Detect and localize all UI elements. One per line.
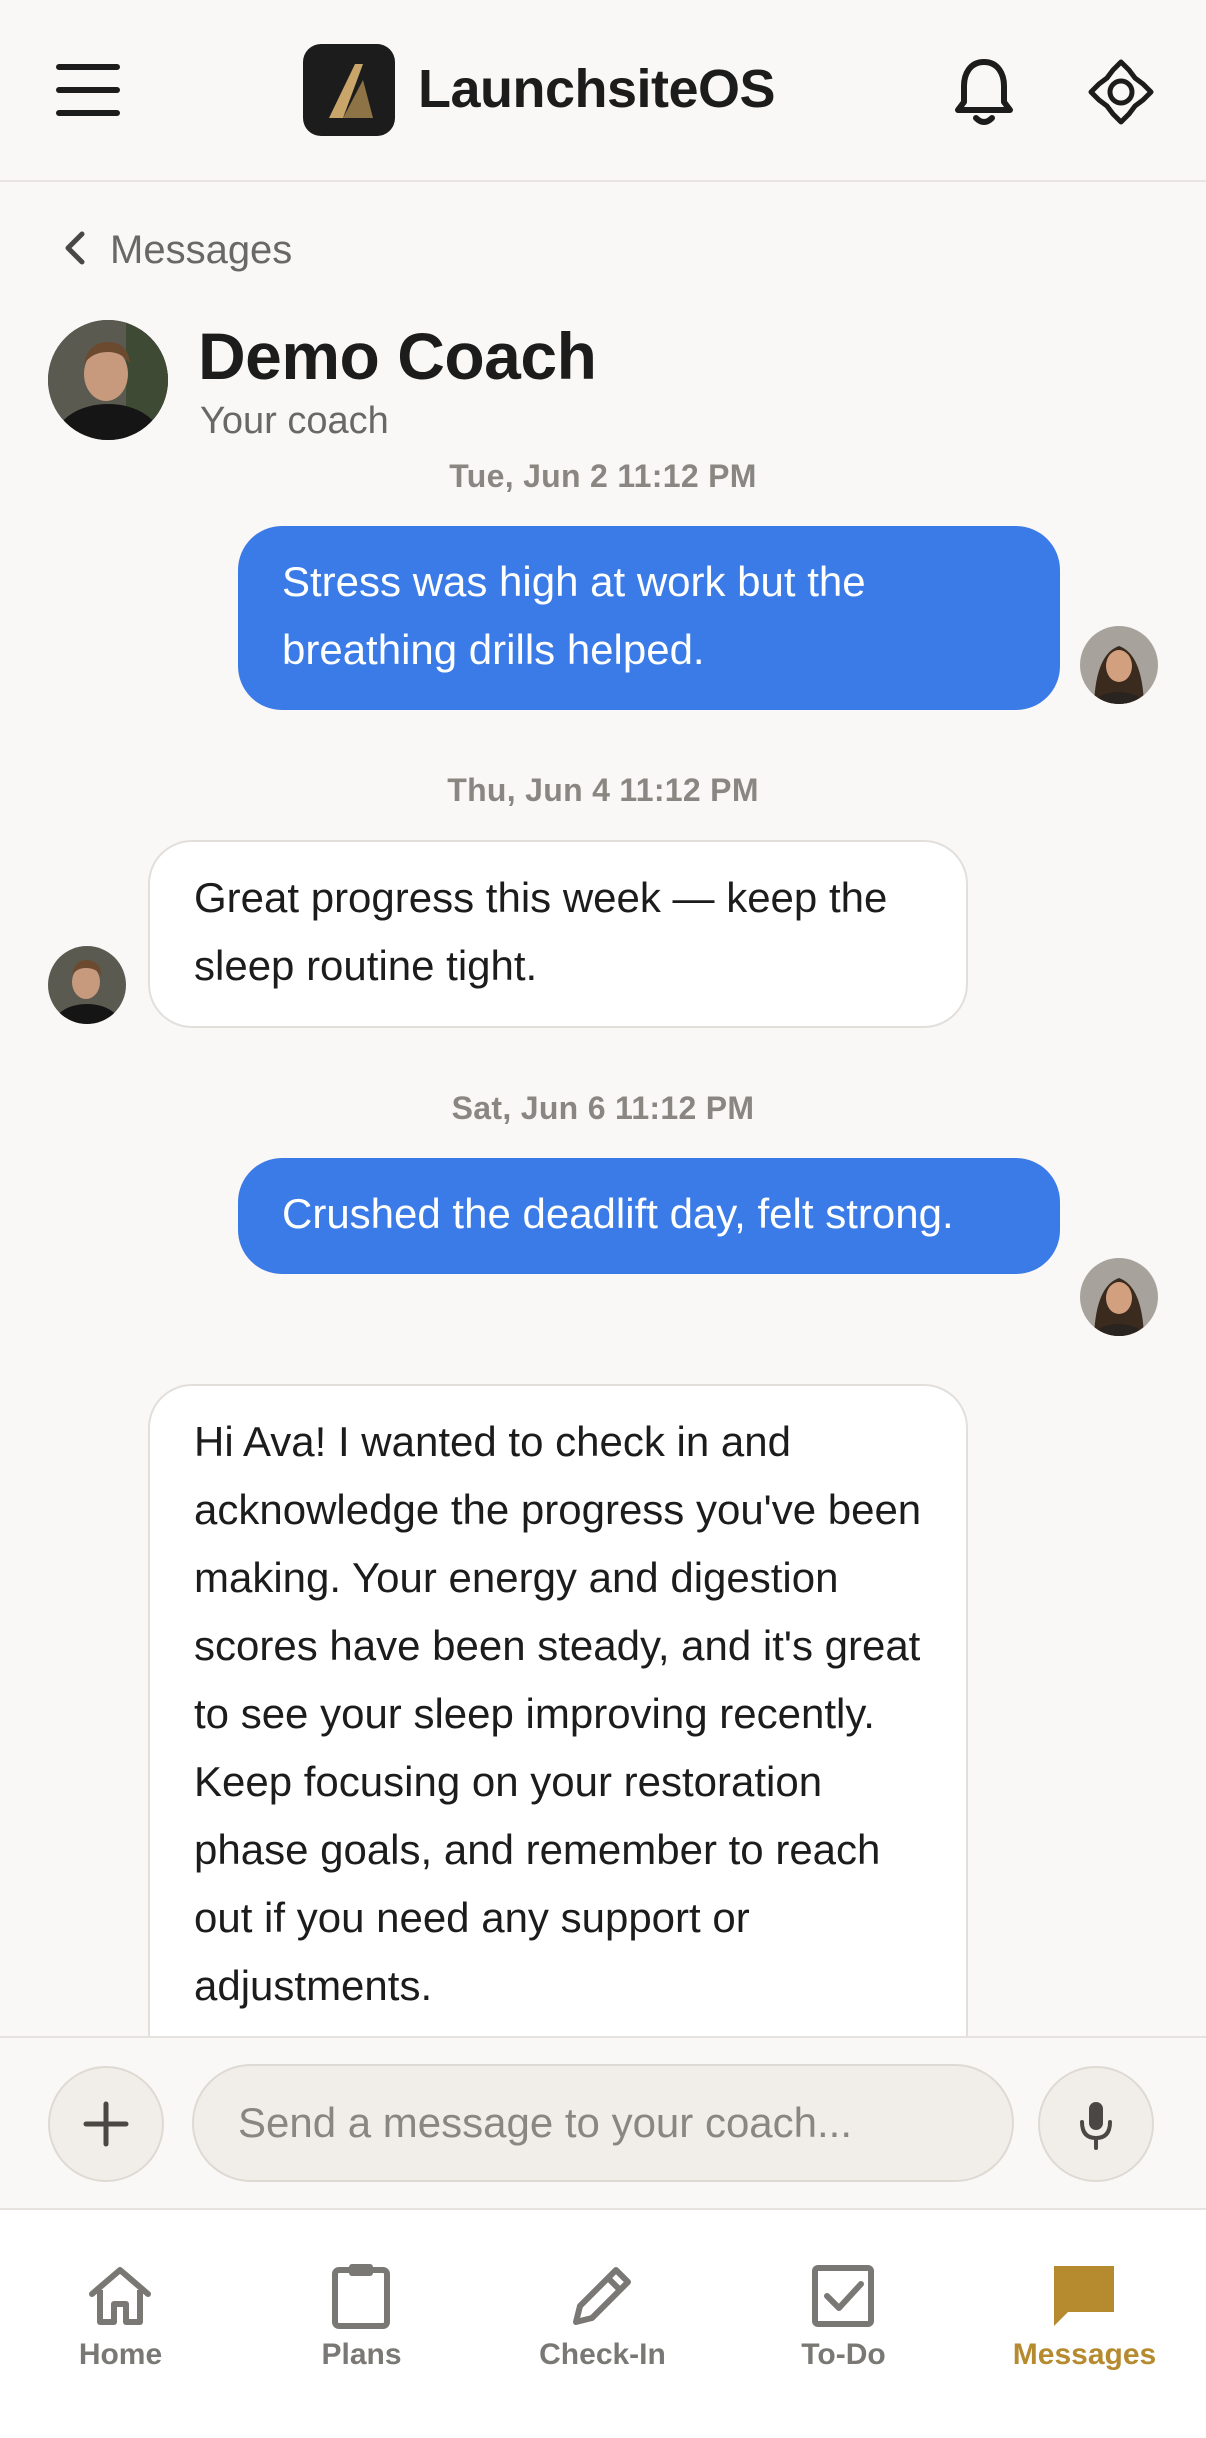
clipboard-icon [332,2264,390,2329]
app-title: LaunchsiteOS [418,59,776,119]
microphone-icon [1080,2102,1112,2150]
tab-label: To-Do [801,2338,886,2371]
message-timestamp: Thu, Jun 4 11:12 PM [447,772,759,808]
pencil-icon [573,2267,631,2325]
app-header: LaunchsiteOS [0,0,1206,182]
coach-mini-avatar [48,946,126,1024]
tab-label: Home [78,2338,163,2371]
message-thread[interactable]: Tue, Jun 2 11:12 PM Stress was high at w… [0,450,1206,2036]
outgoing-message-bubble: Stress was high at work but the breathin… [238,526,1060,710]
chevron-left-icon [62,228,88,273]
coach-avatar [48,320,168,440]
message-timestamp: Sat, Jun 6 11:12 PM [451,1090,755,1126]
tab-home[interactable]: Home [0,2210,241,2410]
back-label: Messages [110,227,293,272]
launchsite-logo [303,44,395,136]
coach-name: Demo Coach [198,319,597,393]
incoming-message-bubble: Great progress this week — keep the slee… [148,840,968,1028]
bottom-tab-bar: Home Plans Check-In To-Do Messages [0,2208,1206,2438]
sun-theme-icon[interactable] [1085,56,1157,128]
add-attachment-button[interactable] [48,2066,164,2182]
message-input[interactable] [192,2064,1014,2182]
back-to-messages-link[interactable]: Messages [62,222,292,278]
tab-check-in[interactable]: Check-In [482,2210,723,2410]
tab-to-do[interactable]: To-Do [723,2210,964,2410]
tab-messages[interactable]: Messages [964,2210,1205,2410]
message-composer [0,2036,1206,2210]
plus-icon [83,2101,129,2147]
checkbox-icon [812,2265,874,2327]
tab-label: Check-In [539,2338,666,2371]
chat-bubble-icon [1054,2266,1114,2326]
outgoing-message-bubble: Crushed the deadlift day, felt strong. [238,1158,1060,1274]
tab-plans[interactable]: Plans [241,2210,482,2410]
user-avatar [1080,626,1158,704]
message-timestamp: Tue, Jun 2 11:12 PM [449,458,757,494]
user-avatar [1080,1258,1158,1336]
hamburger-menu-icon[interactable] [56,64,124,116]
coach-role: Your coach [200,400,389,442]
voice-input-button[interactable] [1038,2066,1154,2182]
tab-label: Plans [321,2338,402,2371]
incoming-message-bubble: Hi Ava! I wanted to check in and acknowl… [148,1384,968,2036]
home-icon [89,2267,151,2325]
tab-label: Messages [1012,2338,1157,2371]
bell-icon[interactable] [950,56,1018,128]
